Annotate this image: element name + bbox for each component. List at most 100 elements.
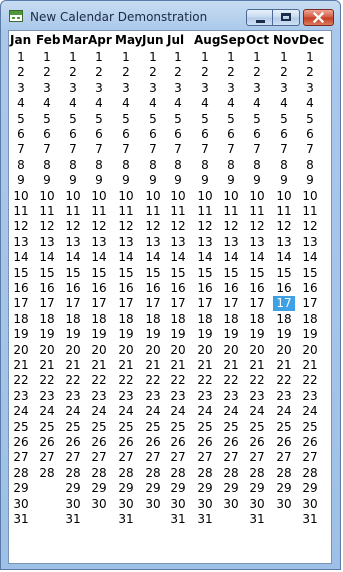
day-cell[interactable]: 27 bbox=[36, 450, 58, 465]
day-cell[interactable]: 7 bbox=[36, 142, 58, 157]
day-cell[interactable]: 18 bbox=[36, 312, 58, 327]
day-cell[interactable]: 20 bbox=[194, 343, 216, 358]
day-cell[interactable]: 12 bbox=[194, 219, 216, 234]
day-cell[interactable]: 27 bbox=[10, 450, 32, 465]
day-cell[interactable]: 28 bbox=[273, 466, 295, 481]
day-cell[interactable]: 8 bbox=[194, 158, 216, 173]
day-cell[interactable]: 21 bbox=[36, 358, 58, 373]
day-cell[interactable]: 5 bbox=[299, 112, 321, 127]
day-cell[interactable]: 2 bbox=[246, 65, 268, 80]
day-cell[interactable]: 16 bbox=[62, 281, 84, 296]
day-cell[interactable]: 22 bbox=[115, 373, 137, 388]
day-cell[interactable]: 1 bbox=[36, 50, 58, 65]
day-cell[interactable]: 8 bbox=[10, 158, 32, 173]
day-cell[interactable]: 25 bbox=[246, 420, 268, 435]
day-cell[interactable]: 27 bbox=[299, 450, 321, 465]
day-cell[interactable]: 30 bbox=[10, 497, 32, 512]
day-cell[interactable]: 31 bbox=[62, 512, 84, 527]
day-cell[interactable]: 1 bbox=[142, 50, 164, 65]
day-cell[interactable]: 10 bbox=[10, 189, 32, 204]
day-cell[interactable]: 5 bbox=[88, 112, 110, 127]
day-cell[interactable]: 25 bbox=[10, 420, 32, 435]
day-cell[interactable]: 17 bbox=[299, 296, 321, 311]
day-cell[interactable]: 29 bbox=[88, 481, 110, 496]
day-cell[interactable]: 16 bbox=[220, 281, 242, 296]
day-cell[interactable]: 12 bbox=[88, 219, 110, 234]
day-cell[interactable]: 19 bbox=[246, 327, 268, 342]
day-cell[interactable]: 16 bbox=[194, 281, 216, 296]
day-cell[interactable]: 19 bbox=[194, 327, 216, 342]
day-cell[interactable]: 1 bbox=[10, 50, 32, 65]
day-cell[interactable]: 16 bbox=[10, 281, 32, 296]
day-cell[interactable]: 15 bbox=[10, 266, 32, 281]
day-cell[interactable]: 15 bbox=[299, 266, 321, 281]
day-cell[interactable]: 22 bbox=[273, 373, 295, 388]
day-cell[interactable]: 23 bbox=[220, 389, 242, 404]
day-cell[interactable]: 18 bbox=[142, 312, 164, 327]
day-cell[interactable]: 6 bbox=[115, 127, 137, 142]
day-cell[interactable]: 26 bbox=[220, 435, 242, 450]
day-cell[interactable]: 22 bbox=[246, 373, 268, 388]
day-cell[interactable]: 18 bbox=[62, 312, 84, 327]
day-cell[interactable]: 20 bbox=[142, 343, 164, 358]
day-cell[interactable]: 3 bbox=[142, 81, 164, 96]
day-cell[interactable]: 5 bbox=[142, 112, 164, 127]
day-cell[interactable]: 24 bbox=[62, 404, 84, 419]
day-cell[interactable]: 9 bbox=[299, 173, 321, 188]
day-cell[interactable]: 12 bbox=[246, 219, 268, 234]
day-cell[interactable]: 27 bbox=[273, 450, 295, 465]
day-cell[interactable]: 27 bbox=[220, 450, 242, 465]
day-cell[interactable]: 9 bbox=[246, 173, 268, 188]
day-cell[interactable]: 30 bbox=[142, 497, 164, 512]
selected-day-cell[interactable]: 17 bbox=[273, 296, 295, 312]
day-cell[interactable]: 31 bbox=[10, 512, 32, 527]
day-cell[interactable]: 30 bbox=[88, 497, 110, 512]
day-cell[interactable]: 30 bbox=[115, 497, 137, 512]
minimize-button[interactable] bbox=[246, 9, 273, 26]
day-cell[interactable]: 1 bbox=[273, 50, 295, 65]
day-cell[interactable]: 4 bbox=[142, 96, 164, 111]
day-cell[interactable]: 18 bbox=[194, 312, 216, 327]
day-cell[interactable]: 29 bbox=[115, 481, 137, 496]
day-cell[interactable]: 28 bbox=[246, 466, 268, 481]
day-cell[interactable]: 12 bbox=[10, 219, 32, 234]
day-cell[interactable]: 15 bbox=[246, 266, 268, 281]
day-cell[interactable]: 14 bbox=[36, 250, 58, 265]
day-cell[interactable]: 6 bbox=[299, 127, 321, 142]
day-cell[interactable]: 29 bbox=[142, 481, 164, 496]
day-cell[interactable]: 17 bbox=[194, 296, 216, 311]
day-cell[interactable]: 30 bbox=[220, 497, 242, 512]
day-cell[interactable]: 4 bbox=[115, 96, 137, 111]
day-cell[interactable]: 5 bbox=[10, 112, 32, 127]
day-cell[interactable]: 30 bbox=[167, 497, 189, 512]
day-cell[interactable]: 23 bbox=[299, 389, 321, 404]
day-cell[interactable]: 26 bbox=[62, 435, 84, 450]
day-cell[interactable]: 10 bbox=[167, 189, 189, 204]
day-cell[interactable]: 4 bbox=[194, 96, 216, 111]
day-cell[interactable]: 10 bbox=[273, 189, 295, 204]
day-cell[interactable]: 3 bbox=[36, 81, 58, 96]
day-cell[interactable]: 17 bbox=[62, 296, 84, 311]
day-cell[interactable]: 26 bbox=[299, 435, 321, 450]
day-cell[interactable]: 17 bbox=[88, 296, 110, 311]
day-cell[interactable]: 1 bbox=[194, 50, 216, 65]
day-cell[interactable]: 9 bbox=[167, 173, 189, 188]
day-cell[interactable]: 17 bbox=[10, 296, 32, 311]
day-cell[interactable]: 3 bbox=[115, 81, 137, 96]
day-cell[interactable]: 11 bbox=[220, 204, 242, 219]
day-cell[interactable]: 4 bbox=[10, 96, 32, 111]
day-cell[interactable]: 21 bbox=[273, 358, 295, 373]
day-cell[interactable]: 21 bbox=[299, 358, 321, 373]
day-cell[interactable]: 1 bbox=[246, 50, 268, 65]
day-cell[interactable]: 18 bbox=[220, 312, 242, 327]
day-cell[interactable]: 10 bbox=[115, 189, 137, 204]
day-cell[interactable]: 11 bbox=[246, 204, 268, 219]
day-cell[interactable]: 26 bbox=[10, 435, 32, 450]
day-cell[interactable]: 8 bbox=[246, 158, 268, 173]
day-cell[interactable]: 25 bbox=[88, 420, 110, 435]
day-cell[interactable]: 18 bbox=[273, 312, 295, 327]
day-cell[interactable]: 29 bbox=[194, 481, 216, 496]
day-cell[interactable]: 25 bbox=[115, 420, 137, 435]
day-cell[interactable]: 6 bbox=[220, 127, 242, 142]
day-cell[interactable]: 18 bbox=[88, 312, 110, 327]
